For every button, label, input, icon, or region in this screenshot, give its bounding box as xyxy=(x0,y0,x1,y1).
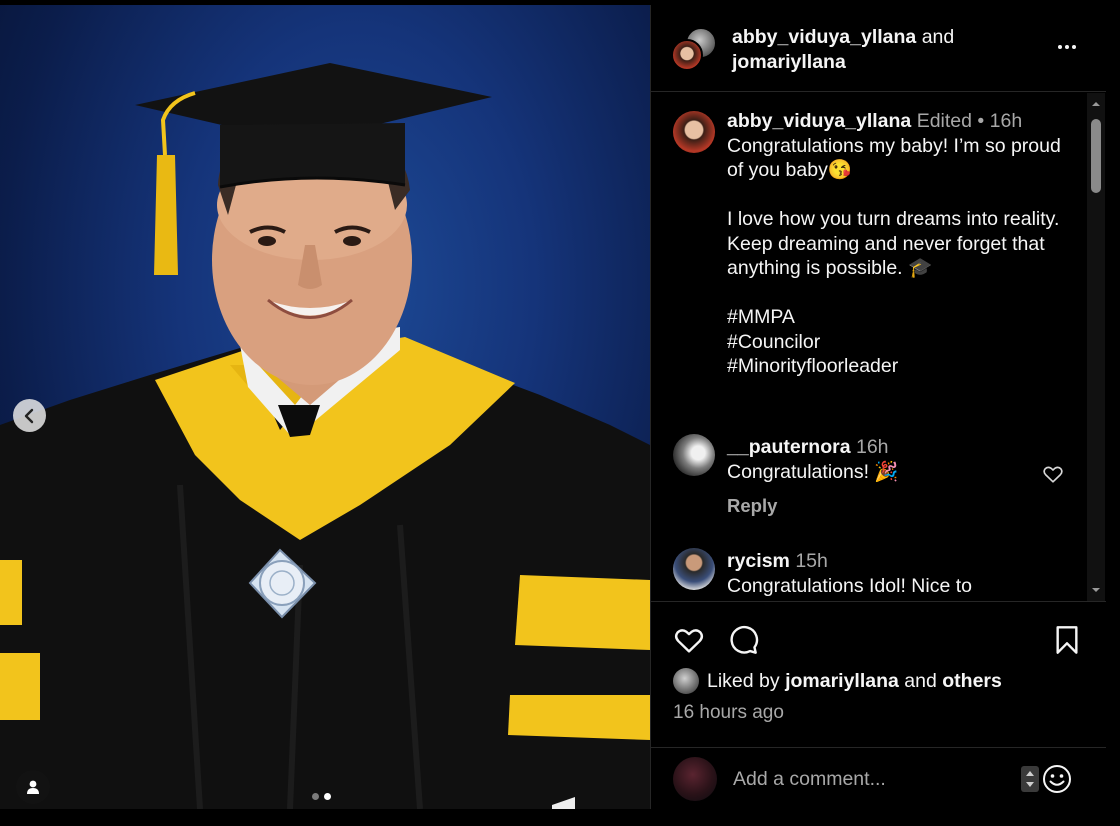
post-header: abby_viduya_yllana and jomariyllana xyxy=(651,5,1107,92)
post-authors: abby_viduya_yllana and jomariyllana xyxy=(732,25,954,75)
caption-line: I love how you turn dreams into reality. xyxy=(727,208,1060,230)
likes-summary: Liked by jomariyllana and others xyxy=(673,668,1002,694)
chevron-left-icon xyxy=(24,408,33,423)
scroll-up-arrow-icon[interactable] xyxy=(1091,99,1101,109)
comments-list[interactable]: abby_viduya_yllana Edited • 16h Congratu… xyxy=(651,93,1107,601)
add-comment-input[interactable] xyxy=(733,764,1013,794)
caption-time[interactable]: 16h xyxy=(990,110,1023,132)
page-edge xyxy=(1106,0,1120,826)
stepper-icon[interactable] xyxy=(1021,766,1039,792)
comment-time[interactable]: 16h xyxy=(856,436,889,458)
post-timestamp[interactable]: 16 hours ago xyxy=(673,702,784,724)
caption: abby_viduya_yllana Edited • 16h Congratu… xyxy=(727,109,1072,379)
avatar[interactable] xyxy=(673,668,699,694)
post-actions: Liked by jomariyllana and others 16 hour… xyxy=(651,601,1107,747)
post-details-panel: abby_viduya_yllana and jomariyllana abby… xyxy=(650,5,1107,809)
caption-edited: Edited xyxy=(916,110,972,132)
post-photo[interactable] xyxy=(0,5,650,809)
tagged-users-button[interactable] xyxy=(16,770,50,804)
avatar-abby-viduya-yllana[interactable] xyxy=(671,39,703,71)
meta-separator: • xyxy=(977,110,985,132)
carousel-dot xyxy=(312,793,319,800)
reply-button[interactable]: Reply xyxy=(727,495,777,517)
comment: rycism 15h Congratulations Idol! Nice to xyxy=(727,549,1072,598)
comment-text: Congratulations Idol! Nice to xyxy=(727,574,972,597)
comment-username[interactable]: __pauternora xyxy=(727,436,851,458)
comment-text: Congratulations! 🎉 xyxy=(727,460,899,483)
likes-joiner: and xyxy=(904,669,937,692)
scroll-down-arrow-icon[interactable] xyxy=(1091,585,1101,595)
author-link-2[interactable]: jomariyllana xyxy=(732,51,846,73)
avatar[interactable] xyxy=(673,434,715,476)
bookmark-icon[interactable] xyxy=(1051,624,1083,656)
add-comment-bar xyxy=(651,747,1107,809)
more-options-button[interactable] xyxy=(1055,35,1079,59)
hashtag-link[interactable]: #Minorityfloorleader xyxy=(727,355,898,377)
avatar[interactable] xyxy=(673,548,715,590)
carousel-indicator xyxy=(312,793,331,800)
heart-icon[interactable] xyxy=(673,624,705,656)
heart-icon[interactable] xyxy=(1042,463,1064,485)
comment: __pauternora 16h Congratulations! 🎉 xyxy=(727,435,1027,484)
scrollbar-thumb[interactable] xyxy=(1091,119,1101,193)
previous-slide-button[interactable] xyxy=(13,399,46,432)
hashtag-link[interactable]: #MMPA xyxy=(727,306,795,328)
caption-line: Keep dreaming and never forget that anyt… xyxy=(727,232,1045,280)
more-options-icon xyxy=(1058,45,1062,49)
comment-time[interactable]: 15h xyxy=(795,550,828,572)
collab-avatars[interactable] xyxy=(671,27,719,73)
comment-bubble-icon[interactable] xyxy=(727,624,759,656)
carousel-dot-active xyxy=(324,793,331,800)
comment-username[interactable]: rycism xyxy=(727,550,790,572)
comments-scrollbar[interactable] xyxy=(1087,93,1105,601)
likes-user-link[interactable]: jomariyllana xyxy=(785,670,899,693)
avatar xyxy=(673,757,717,801)
graduation-portrait-image xyxy=(0,63,650,809)
likes-others-link[interactable]: others xyxy=(942,670,1002,693)
likes-prefix: Liked by xyxy=(707,669,780,692)
smiley-icon[interactable] xyxy=(1041,763,1073,795)
avatar[interactable] xyxy=(673,111,715,153)
author-link-1[interactable]: abby_viduya_yllana xyxy=(732,26,916,48)
hashtag-link[interactable]: #Councilor xyxy=(727,331,820,353)
caption-username[interactable]: abby_viduya_yllana xyxy=(727,110,911,132)
caption-line: Congratulations my baby! I’m so proud of… xyxy=(727,134,1061,182)
user-tag-icon xyxy=(27,780,39,794)
authors-joiner: and xyxy=(921,26,955,48)
